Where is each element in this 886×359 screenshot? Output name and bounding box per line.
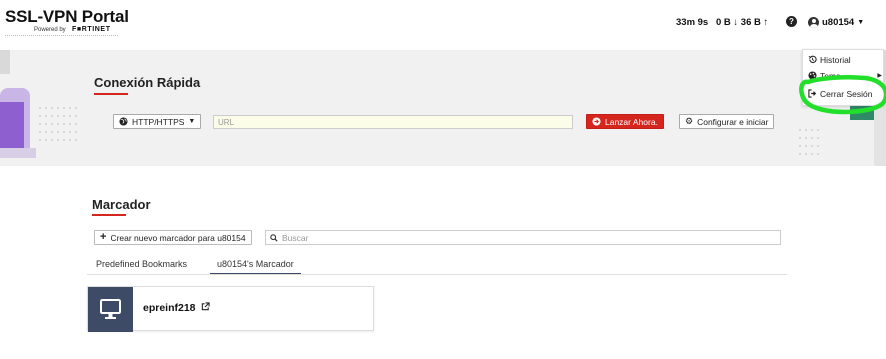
create-bookmark-label: Crear nuevo marcador para u80154 [110,232,246,243]
tab-predefined-bookmarks[interactable]: Predefined Bookmarks [96,259,187,275]
url-input[interactable] [213,115,573,129]
history-icon [808,55,817,64]
configure-label: Configurar e iniciar [697,116,769,127]
tab-user-bookmarks[interactable]: u80154's Marcador [210,259,301,275]
top-header: SSL-VPN Portal Powered by F■RTINET 33m 9… [0,0,886,50]
arrow-circle-right-icon [592,117,601,126]
create-bookmark-button[interactable]: + Crear nuevo marcador para u80154 [94,230,252,245]
search-icon [270,233,278,242]
app-title: SSL-VPN Portal [5,7,129,26]
title-underline [92,214,126,216]
bookmark-icon-box [88,287,133,332]
tabs-divider [87,274,787,275]
menu-label: Historial [820,54,851,65]
protocol-label: HTTP/HTTPS [132,116,185,127]
submenu-arrow-icon: ▶ [877,73,882,79]
globe-icon [119,117,128,126]
username-label: u80154 [822,16,855,28]
caret-down-icon: ▼ [857,18,865,26]
user-menu-toggle[interactable]: u80154 ▼ [808,15,864,29]
fortinet-logo: F■RTINET [72,26,111,33]
palette-icon [808,71,817,80]
quick-connect-section [0,50,886,166]
desktop-icon [100,299,121,319]
powered-by-label: Powered by [34,27,66,33]
user-icon [808,16,819,28]
sign-out-icon [808,89,817,98]
user-dropdown-menu: Historial Tema ▶ Cerrar Sesión [802,49,884,106]
menu-label: Tema [820,70,841,81]
bookmarks-title: Marcador [92,197,151,212]
logo-divider [5,35,118,36]
traffic-counter: 0 B ↓ 36 B ↑ [716,17,769,28]
session-timer: 33m 9s [676,17,709,28]
menu-label: Cerrar Sesión [820,88,873,99]
title-underline [94,93,128,95]
menu-item-historial[interactable]: Historial [808,53,882,66]
plus-icon: + [100,231,107,243]
bookmark-name[interactable]: epreinf218 [143,302,211,314]
decorative-background-left [0,50,77,158]
protocol-dropdown[interactable]: HTTP/HTTPS ▼ [113,114,202,129]
bookmark-search[interactable] [265,230,781,245]
help-icon[interactable]: ? [786,16,797,27]
menu-item-tema[interactable]: Tema ▶ [808,69,882,82]
gear-icon: ⚙ [685,116,694,126]
menu-item-cerrar-sesion[interactable]: Cerrar Sesión [808,87,882,100]
launch-label: Lanzar Ahora. [605,116,658,127]
quick-connect-title: Conexión Rápida [94,75,201,90]
launch-now-button[interactable]: Lanzar Ahora. [586,114,664,129]
external-link-icon [202,302,211,311]
caret-down-icon: ▼ [188,118,196,125]
search-input[interactable] [282,232,762,243]
configure-launch-button[interactable]: ⚙ Configurar e iniciar [679,114,775,129]
bookmark-card[interactable]: epreinf218 [87,286,374,332]
